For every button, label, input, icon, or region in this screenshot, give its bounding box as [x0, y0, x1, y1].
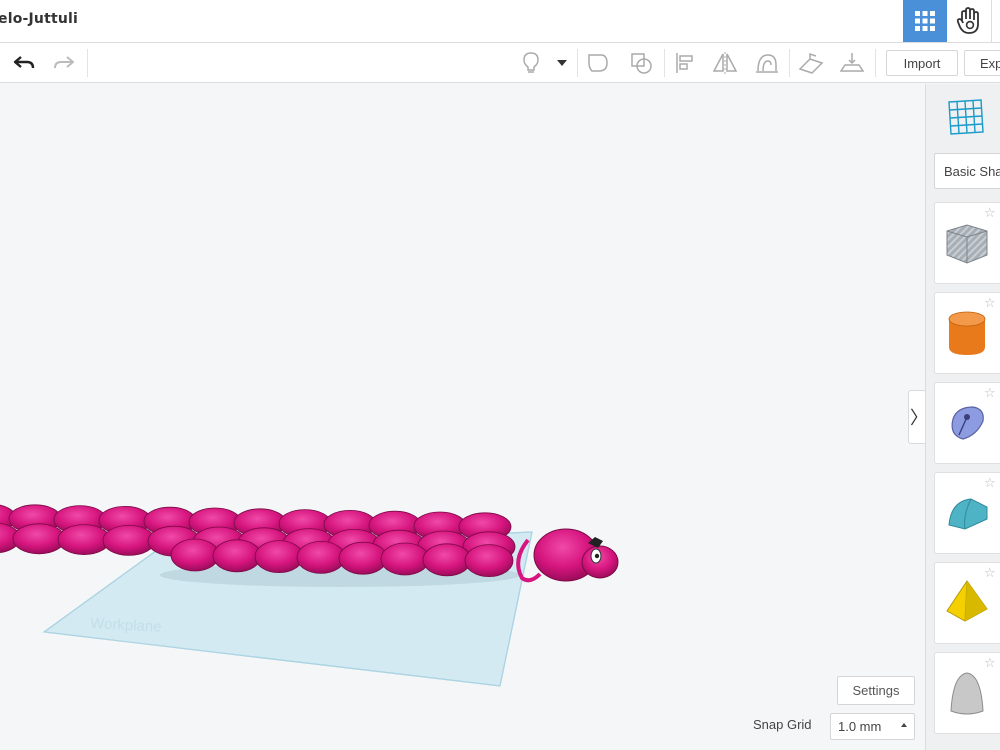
design-title[interactable]: elo-Juttuli [0, 11, 78, 27]
shape-tile-paraboloid[interactable]: ☆ [934, 652, 1000, 734]
ungroup-icon [631, 53, 652, 74]
group-icon [588, 54, 608, 72]
box-hole-icon [946, 224, 988, 264]
settings-button[interactable]: Settings [837, 676, 915, 705]
shapes-panel: Basic Sha ☆ ☆ ☆ ☆ ☆ ☆ [925, 84, 1000, 750]
workplane-grid-icon[interactable] [946, 96, 986, 136]
panel-collapse-button[interactable]: 〉 [908, 390, 925, 444]
workplane-button[interactable] [796, 49, 826, 77]
snap-grid-value: 1.0 mm [838, 719, 882, 734]
lightbulb-icon [523, 52, 539, 73]
cruise-button[interactable] [752, 49, 782, 77]
body-segment [296, 541, 346, 574]
undo-icon [13, 56, 35, 69]
toolbar-divider [87, 49, 88, 77]
body-segment [102, 525, 156, 556]
grid-view-icon [915, 11, 935, 31]
ruler-button[interactable] [837, 49, 867, 77]
toolbar-divider [789, 49, 790, 77]
undo-button[interactable] [9, 49, 39, 77]
pyramid-icon [946, 580, 988, 622]
lightbulb-dropdown[interactable] [549, 49, 575, 77]
head-front [581, 545, 619, 579]
toolbar-divider [875, 49, 876, 77]
toolbar-divider [577, 49, 578, 77]
mirror-icon [712, 52, 738, 74]
polygon-shape-icon [951, 406, 984, 440]
redo-button[interactable] [49, 49, 79, 77]
align-icon [676, 53, 693, 73]
body-segment [338, 541, 388, 575]
body-segment [170, 538, 220, 572]
body-segment [212, 539, 262, 573]
roof-icon [948, 498, 988, 530]
hand-icon [956, 7, 979, 34]
scene-view: Workplane [0, 504, 619, 687]
mirror-button[interactable] [710, 49, 740, 77]
pupil [594, 553, 600, 559]
paraboloid-icon [950, 672, 984, 715]
cylinder-icon [948, 311, 986, 355]
ruler-icon [839, 53, 865, 72]
sim-lab-button[interactable] [947, 0, 991, 42]
body-segment [254, 540, 304, 573]
shape-tile-pyramid[interactable]: ☆ [934, 562, 1000, 644]
cruise-icon [756, 54, 778, 73]
body-segment [12, 523, 66, 555]
caterpillar-head[interactable] [516, 528, 619, 583]
shape-category-select[interactable]: Basic Sha [934, 153, 1000, 189]
group-button[interactable] [583, 49, 613, 77]
export-button[interactable]: Exp [964, 50, 1000, 76]
import-button[interactable]: Import [886, 50, 958, 76]
redo-icon [54, 56, 74, 69]
titlebar-divider [991, 0, 992, 42]
lightbulb-button[interactable] [516, 49, 546, 77]
body-segment [57, 524, 111, 555]
shape-tile-polygon[interactable]: ☆ [934, 382, 1000, 464]
shape-tile-roof[interactable]: ☆ [934, 472, 1000, 554]
toolbar-divider [664, 49, 665, 77]
workplane-icon [798, 52, 824, 74]
body-segment [422, 543, 472, 577]
body-segment [380, 542, 430, 576]
dropdown-caret-icon [557, 60, 567, 66]
caret-up-icon [901, 723, 907, 727]
title-bar: elo-Juttuli [0, 0, 1000, 43]
shape-tile-box-hole[interactable]: ☆ [934, 202, 1000, 284]
align-button[interactable] [670, 49, 700, 77]
snap-grid-select[interactable]: 1.0 mm [830, 713, 915, 740]
3d-workspace[interactable]: Workplane 〉 [0, 84, 925, 750]
shape-tile-cylinder[interactable]: ☆ [934, 292, 1000, 374]
snap-grid-label: Snap Grid [753, 717, 812, 732]
body-segment [464, 544, 514, 577]
ungroup-button[interactable] [626, 49, 656, 77]
toolbar [0, 43, 1000, 83]
grid-view-button[interactable] [903, 0, 947, 42]
